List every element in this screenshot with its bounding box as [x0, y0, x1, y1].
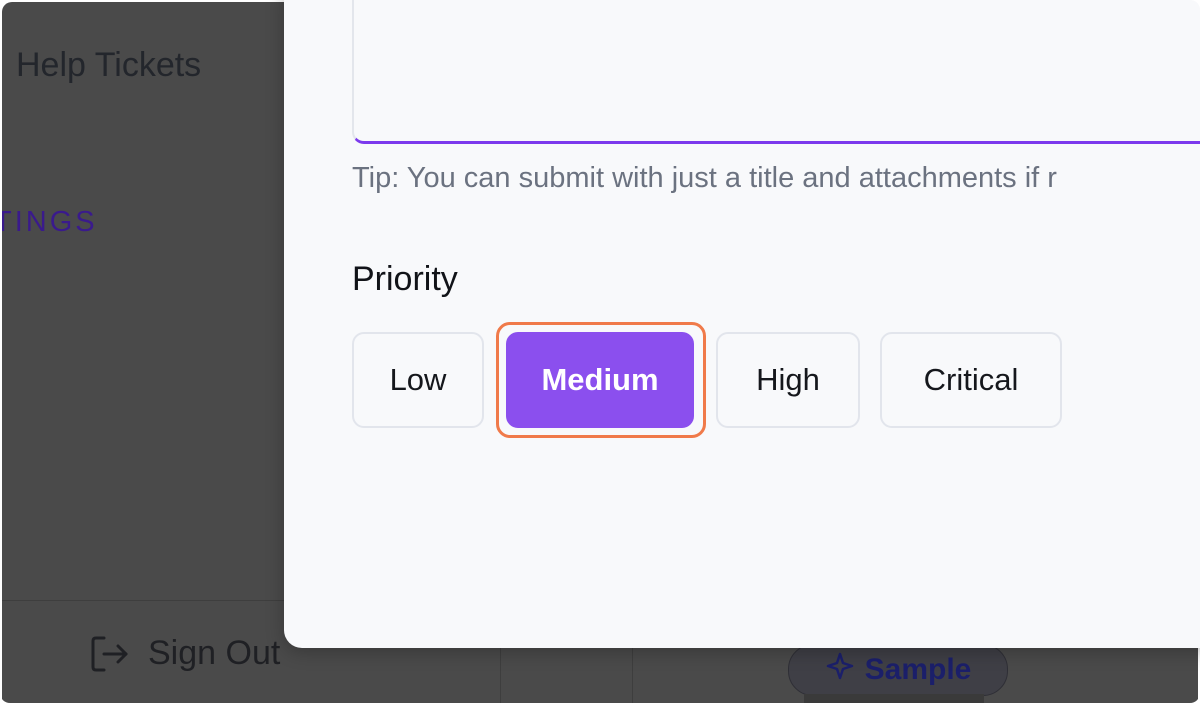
sample-chip-label: Sample — [864, 653, 972, 686]
app-title: Help Tickets — [16, 46, 202, 84]
screen: Help Tickets TINGS Sign Out Sample Tip: … — [0, 0, 1200, 703]
footer-divider — [632, 642, 633, 703]
sign-out-label: Sign Out — [148, 634, 281, 672]
priority-label: Priority — [352, 260, 458, 298]
tip-text: Tip: You can submit with just a title an… — [352, 162, 1057, 194]
sidebar-section-settings[interactable]: TINGS — [2, 206, 98, 239]
sign-out-icon — [90, 635, 130, 673]
sign-out-button[interactable]: Sign Out — [90, 634, 280, 673]
description-textarea[interactable] — [352, 0, 1200, 144]
sample-chip[interactable]: Sample — [788, 644, 1008, 696]
priority-low-button[interactable]: Low — [352, 332, 484, 428]
priority-high-button[interactable]: High — [716, 332, 860, 428]
truncated-text — [804, 694, 984, 703]
create-ticket-modal: Tip: You can submit with just a title an… — [284, 0, 1200, 648]
priority-medium-button[interactable]: Medium — [506, 332, 694, 428]
priority-critical-button[interactable]: Critical — [880, 332, 1062, 428]
sparkles-icon — [825, 651, 855, 689]
